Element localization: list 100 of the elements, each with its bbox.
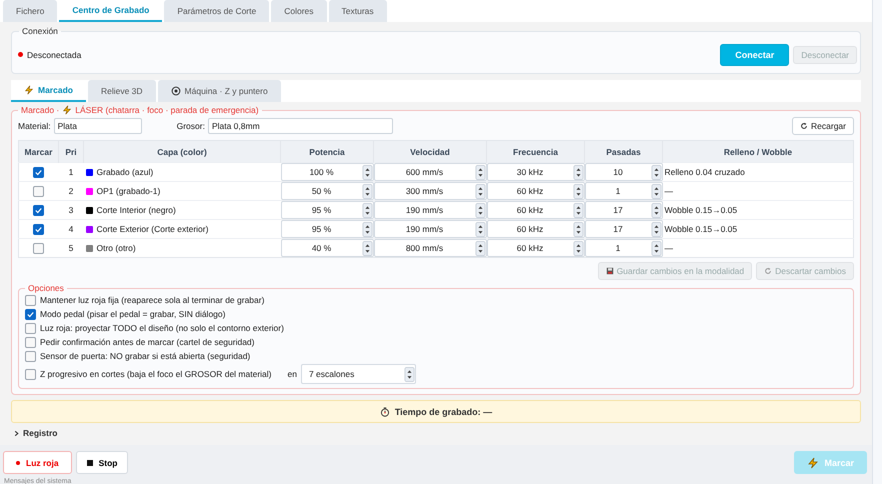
table-cell: 3	[58, 200, 84, 220]
layer-name: Grabado (azul)	[96, 167, 154, 177]
column-header: Relleno / Wobble	[662, 140, 854, 162]
table-cell: 4	[58, 220, 84, 238]
number-field[interactable]: 60 kHz	[486, 220, 584, 238]
reload-icon	[764, 267, 772, 275]
number-field[interactable]: 190 mm/s	[374, 201, 486, 219]
panel-title: Opciones	[27, 283, 65, 293]
table-cell: Relleno 0.04 cruzado	[662, 162, 854, 182]
spin-buttons[interactable]	[572, 240, 584, 256]
column-header: Marcar	[18, 140, 58, 162]
number-field[interactable]: 7 escalones	[300, 364, 416, 384]
number-field[interactable]: 17	[584, 220, 662, 238]
number-field[interactable]: 190 mm/s	[374, 220, 486, 238]
panel-title: Conexión	[21, 26, 59, 36]
column-header: Pasadas	[584, 140, 662, 162]
number-field[interactable]: 30 kHz	[486, 163, 584, 181]
checkbox[interactable]	[25, 350, 36, 362]
spin-buttons[interactable]	[362, 222, 372, 236]
spin-buttons[interactable]	[362, 202, 372, 218]
number-field[interactable]: 60 kHz	[486, 182, 584, 200]
spin-buttons[interactable]	[650, 240, 662, 256]
spin-buttons[interactable]	[572, 222, 584, 236]
number-field[interactable]: 1	[584, 239, 662, 257]
number-field[interactable]: 95 %	[280, 201, 374, 219]
table-cell: —	[662, 238, 854, 258]
stop-icon	[86, 460, 93, 466]
log-toggle[interactable]: Registro	[11, 428, 60, 438]
thickness-field[interactable]: Plata 0,8mm	[208, 118, 393, 134]
number-field[interactable]: 600 mm/s	[374, 163, 486, 181]
number-field[interactable]: 100 %	[280, 163, 374, 181]
layer-name: OP1 (grabado-1)	[96, 186, 160, 196]
reload-button[interactable]: Recargar	[792, 117, 854, 135]
reload-icon	[800, 122, 808, 130]
chevron-icon	[13, 430, 20, 436]
spin-buttons[interactable]	[362, 164, 372, 180]
number-field[interactable]: 60 kHz	[486, 201, 584, 219]
spin-buttons[interactable]	[572, 202, 584, 218]
target-icon	[170, 86, 181, 96]
checkbox[interactable]	[33, 242, 44, 254]
column-header: Velocidad	[374, 140, 486, 162]
number-field[interactable]: 95 %	[280, 220, 374, 238]
number-field[interactable]: 800 mm/s	[374, 239, 486, 257]
spin-buttons[interactable]	[650, 222, 662, 236]
sub-tab[interactable]: Máquina · Z y puntero	[158, 80, 281, 102]
number-field[interactable]: 60 kHz	[486, 239, 584, 257]
spin-buttons[interactable]	[404, 366, 415, 382]
number-field[interactable]: 10	[584, 163, 662, 181]
spin-buttons[interactable]	[474, 202, 486, 218]
engrave-time: Tiempo de grabado: —	[394, 406, 492, 416]
layer-name: Otro (otro)	[96, 243, 136, 253]
option-label: Pedir confirmación antes de marcar (cartel de seguridad)	[40, 337, 254, 347]
spin-buttons[interactable]	[474, 184, 486, 198]
main-tab[interactable]: Texturas	[328, 0, 387, 22]
material-field[interactable]: Plata	[54, 118, 142, 134]
number-field[interactable]: 300 mm/s	[374, 182, 486, 200]
option-label: Sensor de puerta: NO grabar si está abierta (seguridad)	[40, 351, 250, 361]
checkbox[interactable]	[25, 294, 36, 306]
option-label: Luz roja: proyectar TODO el diseño (no solo el contorno exterior)	[40, 323, 284, 333]
column-header: Pri	[58, 140, 84, 162]
spin-buttons[interactable]	[650, 164, 662, 180]
lightning-icon	[62, 105, 72, 115]
spin-buttons[interactable]	[572, 184, 584, 198]
lightning-icon	[807, 456, 820, 468]
spin-buttons[interactable]	[474, 240, 486, 256]
main-tab[interactable]: Fichero	[3, 0, 58, 22]
spin-buttons[interactable]	[650, 202, 662, 218]
table-cell: 1	[58, 162, 84, 182]
checkbox[interactable]	[33, 204, 44, 216]
column-header: Capa (color)	[84, 140, 280, 162]
stopwatch-icon	[380, 406, 390, 416]
main-tab[interactable]: Colores	[271, 0, 327, 22]
light-button[interactable]: Luz roja	[3, 451, 72, 474]
main-tab[interactable]: Parámetros de Corte	[164, 0, 270, 22]
checkbox[interactable]	[33, 166, 44, 178]
layer-name: Corte Interior (negro)	[96, 205, 176, 215]
connection-status: Desconectada	[27, 50, 82, 60]
checkbox[interactable]	[25, 322, 36, 334]
checkbox[interactable]	[25, 308, 36, 320]
column-header: Potencia	[280, 140, 374, 162]
spin-buttons[interactable]	[572, 164, 584, 180]
spin-buttons[interactable]	[474, 164, 486, 180]
lightning-icon	[24, 85, 34, 95]
checkbox[interactable]	[33, 186, 44, 197]
spin-buttons[interactable]	[362, 184, 372, 198]
checkbox[interactable]	[25, 336, 36, 348]
option-label: Modo pedal (pisar el pedal = grabar, SIN diálogo)	[40, 309, 226, 319]
spin-buttons[interactable]	[362, 240, 372, 256]
checkbox[interactable]	[33, 224, 44, 235]
checkbox[interactable]	[25, 368, 36, 380]
number-field[interactable]: 1	[584, 182, 662, 200]
spin-buttons[interactable]	[474, 222, 486, 236]
dot-icon	[16, 460, 20, 464]
stop-button[interactable]: Stop	[76, 451, 128, 474]
number-field[interactable]: 17	[584, 201, 662, 219]
number-field[interactable]: 40 %	[280, 239, 374, 257]
spin-buttons[interactable]	[650, 184, 662, 198]
sub-tab[interactable]: Relieve 3D	[88, 80, 156, 102]
table-cell: 5	[58, 238, 84, 258]
number-field[interactable]: 50 %	[280, 182, 374, 200]
